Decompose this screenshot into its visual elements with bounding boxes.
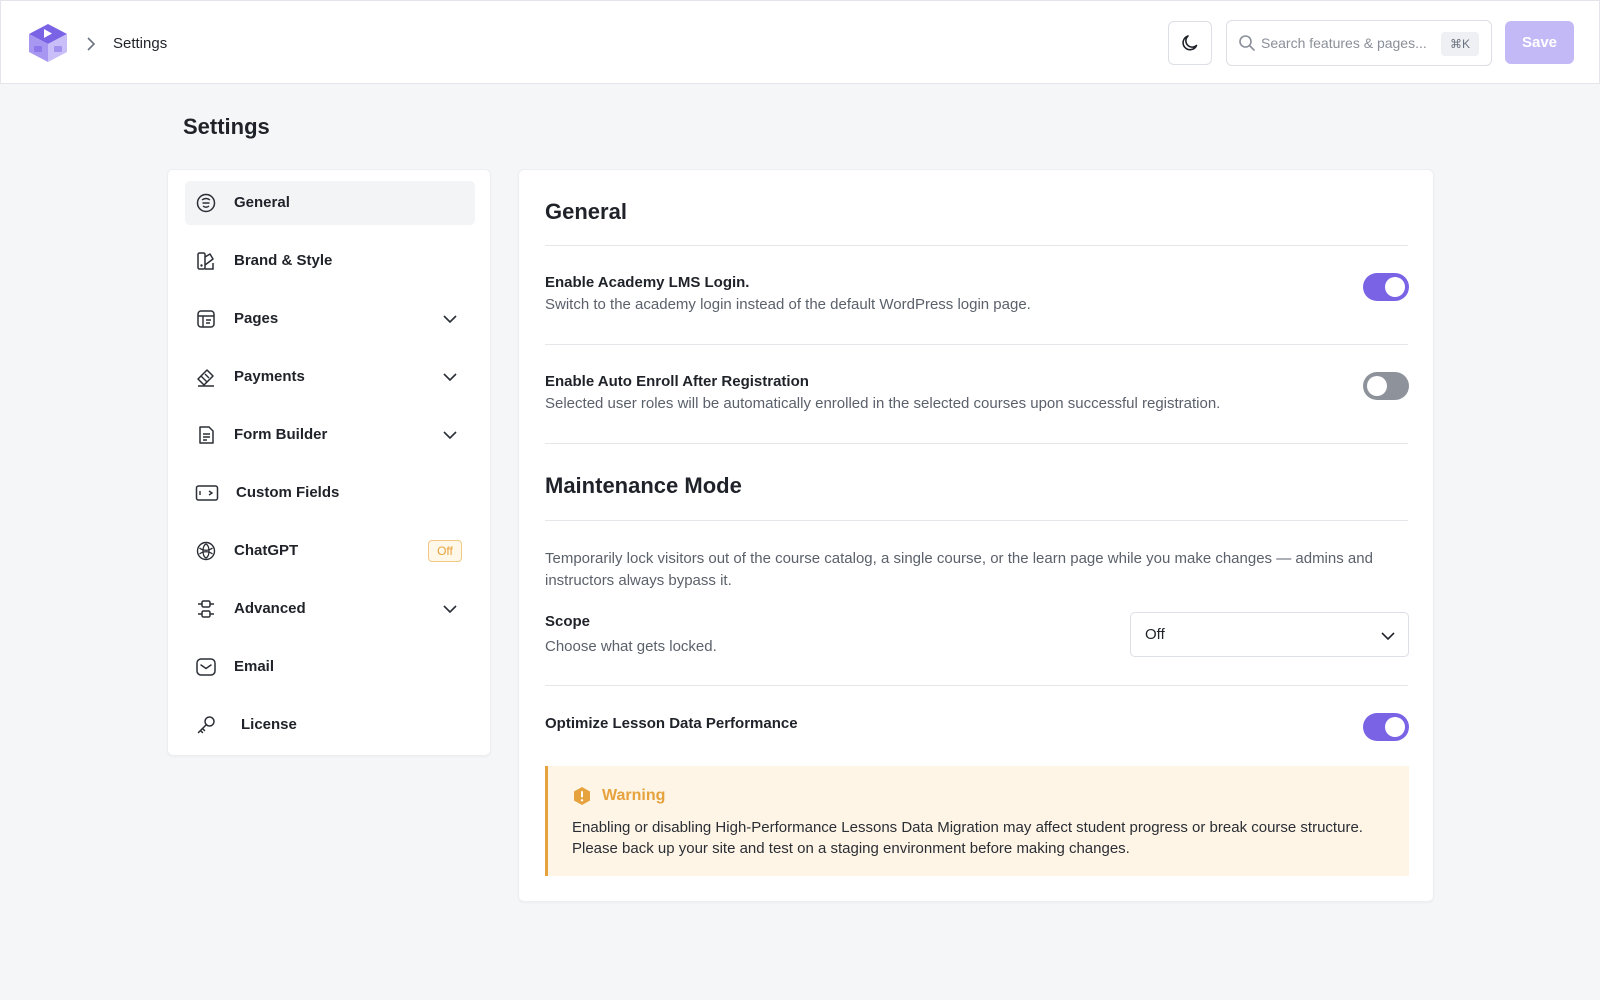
warning-hexagon-icon [574, 787, 590, 805]
pages-icon [197, 310, 215, 328]
academy-cube-logo[interactable] [27, 22, 69, 64]
maintenance-desc-line2: instructors always bypass it. [545, 572, 732, 589]
toggle-knob [1385, 277, 1405, 297]
optimize-toggle[interactable] [1363, 713, 1409, 741]
warning-callout: Warning Enabling or disabling High-Perfo… [545, 766, 1409, 876]
moon-icon [1182, 35, 1198, 51]
form-icon [199, 426, 214, 444]
sidebar-item-label: Pages [234, 310, 279, 327]
warning-line2: Please back up your site and test on a s… [572, 840, 1130, 857]
auto-enroll-toggle[interactable] [1363, 372, 1409, 400]
warning-text: Enabling or disabling High-Performance L… [572, 817, 1402, 859]
key-icon [197, 716, 215, 734]
sidebar-item-email[interactable]: Email [185, 645, 475, 689]
sidebar-item-label: Payments [234, 368, 305, 385]
sidebar-item-payments[interactable]: Payments [185, 355, 475, 399]
sidebar-item-label: Custom Fields [236, 484, 340, 501]
page-title: Settings [183, 114, 270, 139]
sidebar-item-chatgpt[interactable]: ChatGPT Off [185, 529, 475, 573]
top-bar: Settings ⌘K Save [0, 0, 1600, 84]
toggle-knob [1385, 717, 1405, 737]
general-section-title: General [545, 199, 627, 224]
divider [545, 685, 1408, 686]
sidebar-item-form-builder[interactable]: Form Builder [185, 413, 475, 457]
theme-toggle-button[interactable] [1168, 21, 1212, 65]
divider [545, 344, 1408, 345]
chatgpt-icon [196, 541, 216, 561]
sidebar-item-label: License [241, 716, 297, 733]
sidebar-item-label: ChatGPT [234, 542, 299, 559]
search-shortcut: ⌘K [1441, 32, 1479, 56]
sidebar-item-label: Form Builder [234, 426, 328, 443]
settings-sidebar: General Brand & Style Pages Payments For… [167, 169, 491, 756]
maintenance-desc-line1: Temporarily lock visitors out of the cou… [545, 550, 1373, 567]
warning-title: Warning [602, 787, 666, 804]
chevron-down-icon [1381, 632, 1395, 641]
warning-line1: Enabling or disabling High-Performance L… [572, 819, 1363, 836]
search-box[interactable]: ⌘K [1226, 20, 1492, 66]
scope-desc: Choose what gets locked. [545, 638, 717, 655]
lms-login-toggle[interactable] [1363, 273, 1409, 301]
settings-panel: General Enable Academy LMS Login. Switch… [518, 169, 1434, 902]
divider [545, 443, 1408, 444]
scope-select[interactable]: Off [1130, 612, 1409, 657]
scope-title: Scope [545, 613, 591, 630]
status-badge: Off [428, 540, 462, 562]
auto-enroll-desc: Selected user roles will be automaticall… [545, 395, 1221, 412]
sidebar-item-license[interactable]: License [185, 703, 475, 747]
brush-icon [197, 252, 214, 270]
sliders-icon [198, 600, 214, 618]
maintenance-section-title: Maintenance Mode [545, 473, 742, 498]
search-icon [1239, 35, 1255, 51]
lms-login-title: Enable Academy LMS Login. [545, 274, 750, 291]
chevron-down-icon[interactable] [442, 429, 458, 441]
general-icon [196, 193, 216, 213]
toggle-knob [1367, 376, 1387, 396]
divider [545, 245, 1408, 246]
chevron-down-icon[interactable] [442, 371, 458, 383]
optimize-title: Optimize Lesson Data Performance [545, 715, 798, 732]
sidebar-item-label: Email [234, 658, 275, 675]
lms-login-desc: Switch to the academy login instead of t… [545, 296, 1031, 313]
sidebar-item-general[interactable]: General [185, 181, 475, 225]
save-button[interactable]: Save [1505, 21, 1574, 64]
sidebar-item-advanced[interactable]: Advanced [185, 587, 475, 631]
custom-fields-icon [195, 485, 219, 501]
chevron-down-icon[interactable] [442, 313, 458, 325]
auto-enroll-title: Enable Auto Enroll After Registration [545, 373, 809, 390]
mail-icon [196, 658, 216, 676]
sidebar-item-label: Brand & Style [234, 252, 333, 269]
scope-selected-value: Off [1145, 626, 1165, 643]
sidebar-item-brand-style[interactable]: Brand & Style [185, 239, 475, 283]
divider [545, 520, 1408, 521]
sidebar-item-pages[interactable]: Pages [185, 297, 475, 341]
sidebar-item-custom-fields[interactable]: Custom Fields [185, 471, 475, 515]
sidebar-item-label: Advanced [234, 600, 306, 617]
search-input[interactable] [1261, 29, 1441, 57]
chevron-right-icon [87, 37, 96, 51]
sidebar-item-label: General [234, 194, 290, 211]
payments-icon [197, 369, 214, 387]
chevron-down-icon[interactable] [442, 603, 458, 615]
breadcrumb-settings[interactable]: Settings [113, 35, 167, 52]
